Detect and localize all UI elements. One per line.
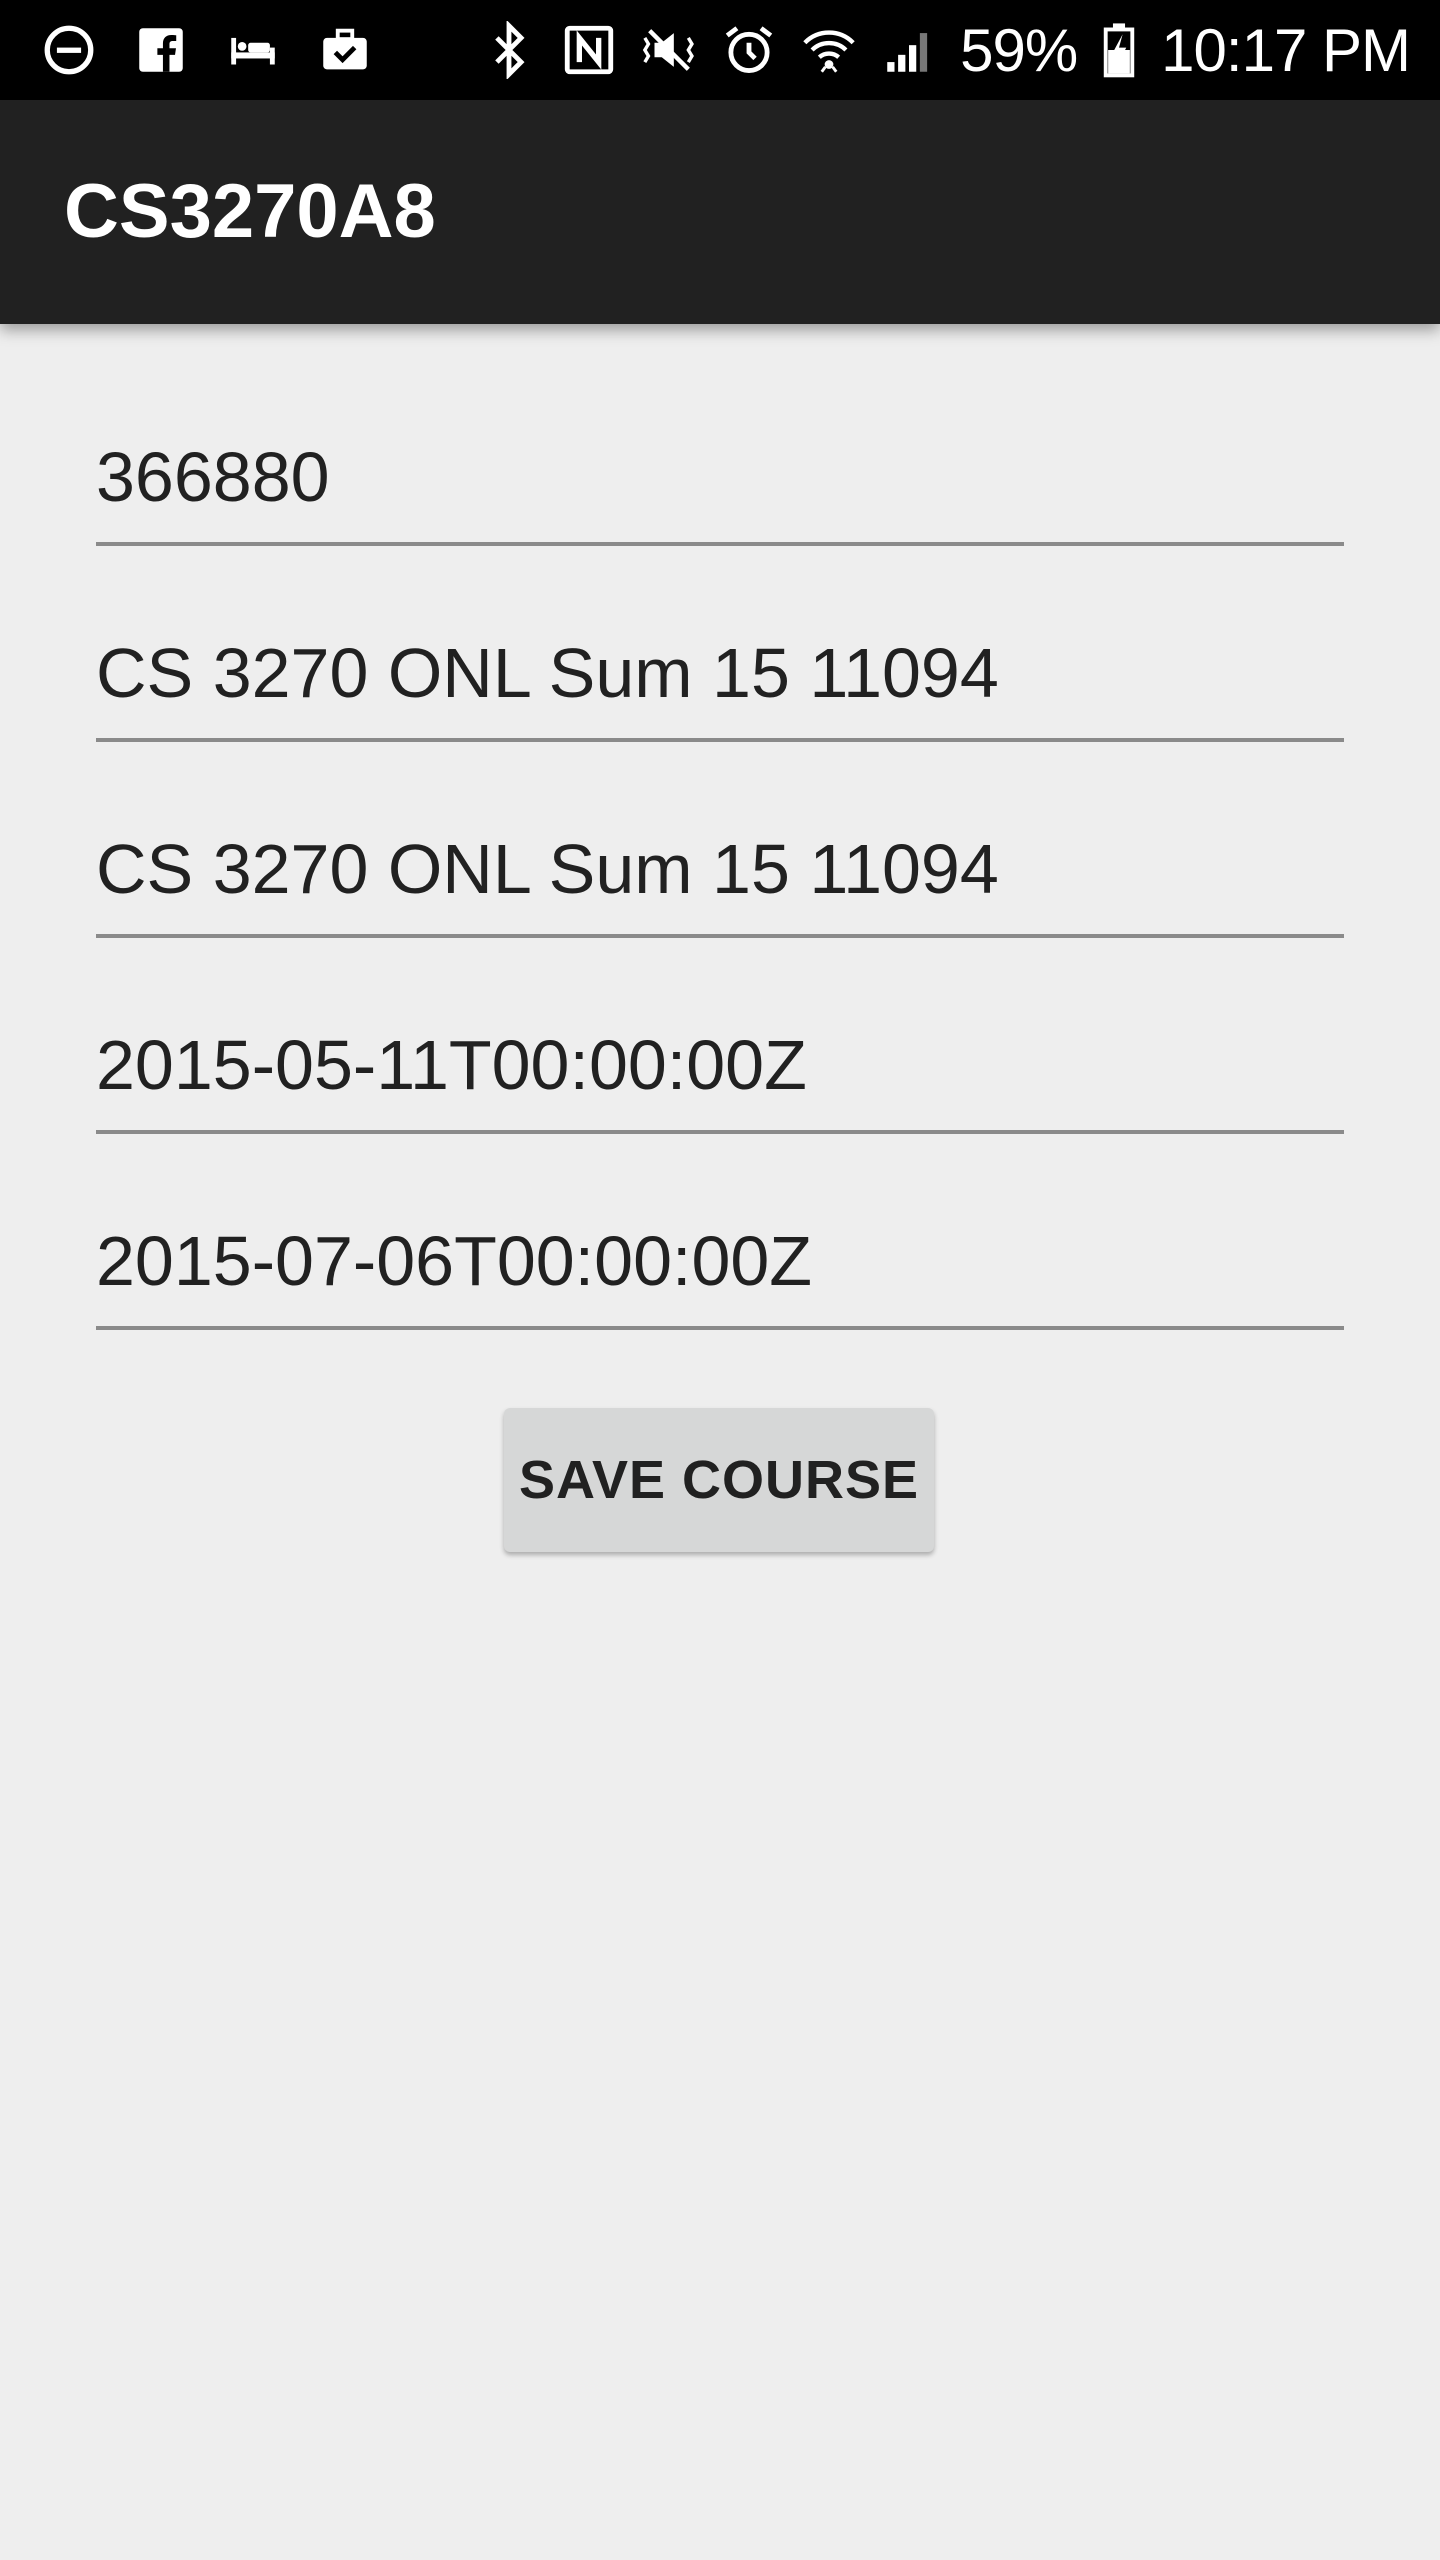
notification-icons bbox=[40, 0, 374, 100]
course-name-field-container bbox=[96, 592, 1344, 788]
end-date-field[interactable] bbox=[96, 1206, 1344, 1316]
course-id-field[interactable] bbox=[96, 422, 1344, 532]
do-not-disturb-icon bbox=[40, 21, 98, 79]
cell-signal-icon bbox=[880, 21, 938, 79]
save-course-button[interactable]: SAVE COURSE bbox=[504, 1408, 934, 1552]
battery-charging-icon bbox=[1099, 21, 1139, 79]
field-underline bbox=[96, 738, 1344, 742]
battery-percentage: 59% bbox=[960, 16, 1078, 84]
field-underline bbox=[96, 542, 1344, 546]
nfc-icon bbox=[560, 21, 618, 79]
vibrate-icon bbox=[640, 21, 698, 79]
clock-time: 10:17 PM bbox=[1161, 16, 1411, 84]
start-date-field[interactable] bbox=[96, 1010, 1344, 1120]
system-icons: 59% 10:17 PM bbox=[480, 0, 1411, 100]
alarm-icon bbox=[720, 21, 778, 79]
app-title: CS3270A8 bbox=[64, 169, 436, 254]
briefcase-check-icon bbox=[316, 21, 374, 79]
wifi-icon bbox=[800, 21, 858, 79]
course-name-field[interactable] bbox=[96, 618, 1344, 728]
course-form bbox=[96, 396, 1344, 1376]
status-bar: 59% 10:17 PM bbox=[0, 0, 1440, 100]
course-code-field-container bbox=[96, 788, 1344, 984]
field-underline bbox=[96, 1130, 1344, 1134]
field-underline bbox=[96, 934, 1344, 938]
course-code-field[interactable] bbox=[96, 814, 1344, 924]
end-date-field-container bbox=[96, 1180, 1344, 1376]
start-date-field-container bbox=[96, 984, 1344, 1180]
sleep-icon bbox=[224, 21, 282, 79]
bluetooth-icon bbox=[480, 21, 538, 79]
field-underline bbox=[96, 1326, 1344, 1330]
course-id-field-container bbox=[96, 396, 1344, 592]
app-bar: CS3270A8 bbox=[0, 100, 1440, 324]
facebook-icon bbox=[132, 21, 190, 79]
